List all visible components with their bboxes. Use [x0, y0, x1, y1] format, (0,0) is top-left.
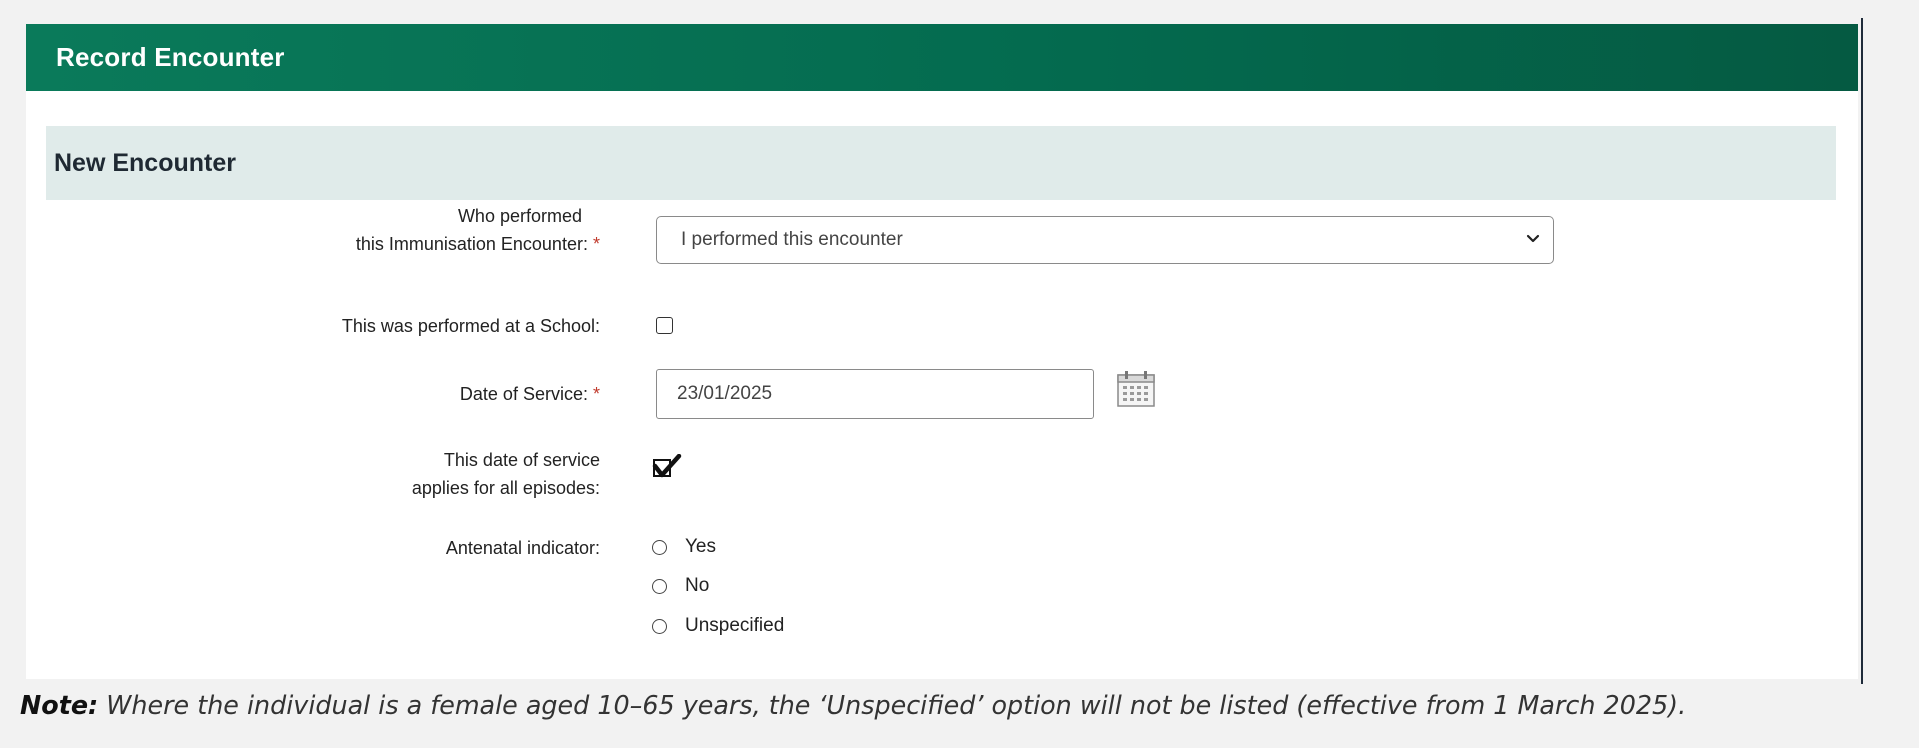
date-of-service-input[interactable]: 23/01/2025: [656, 369, 1094, 419]
antenatal-label: Antenatal indicator:: [445, 538, 600, 558]
record-encounter-panel: Record Encounter New Encounter Who perfo…: [26, 24, 1858, 679]
antenatal-option-unspecified[interactable]: Unspecified: [652, 611, 784, 641]
performer-label: Who performed this Immunisation Encounte…: [356, 202, 600, 258]
performer-label-line2: this Immunisation Encounter: *: [355, 234, 600, 254]
page-title: Record Encounter: [56, 42, 285, 72]
date-of-service-value: 23/01/2025: [677, 383, 773, 404]
performer-label-line1: Who performed: [457, 206, 582, 226]
required-marker: *: [592, 234, 600, 254]
antenatal-option-no[interactable]: No: [652, 571, 709, 601]
footnote-prefix: Note:: [20, 690, 99, 720]
performer-select[interactable]: I performed this encounter: [656, 216, 1554, 264]
section-title: New Encounter: [54, 148, 236, 177]
section-header: New Encounter: [46, 126, 1836, 200]
required-marker: *: [592, 384, 600, 404]
footnote: Note: Where the individual is a female a…: [20, 690, 1686, 720]
applies-all-label-line2: applies for all episodes:: [411, 478, 600, 498]
school-label: This was performed at a School:: [341, 316, 600, 336]
performer-select-value: I performed this encounter: [681, 229, 903, 250]
applies-all-checkbox[interactable]: [652, 454, 682, 480]
chevron-down-icon: [1526, 234, 1540, 243]
radio-yes[interactable]: [652, 539, 667, 555]
date-of-service-label: Date of Service: *: [459, 384, 600, 404]
panel-header: Record Encounter: [26, 24, 1858, 91]
school-checkbox[interactable]: [656, 317, 673, 334]
applies-all-label: This date of service applies for all epi…: [412, 446, 600, 502]
antenatal-option-yes[interactable]: Yes: [652, 532, 716, 562]
calendar-icon[interactable]: [1116, 369, 1156, 409]
applies-all-label-line1: This date of service: [443, 450, 600, 470]
radio-no[interactable]: [652, 578, 667, 594]
divider: [1861, 18, 1863, 684]
radio-unspecified[interactable]: [652, 618, 667, 634]
footnote-text: Where the individual is a female aged 10…: [98, 690, 1687, 720]
